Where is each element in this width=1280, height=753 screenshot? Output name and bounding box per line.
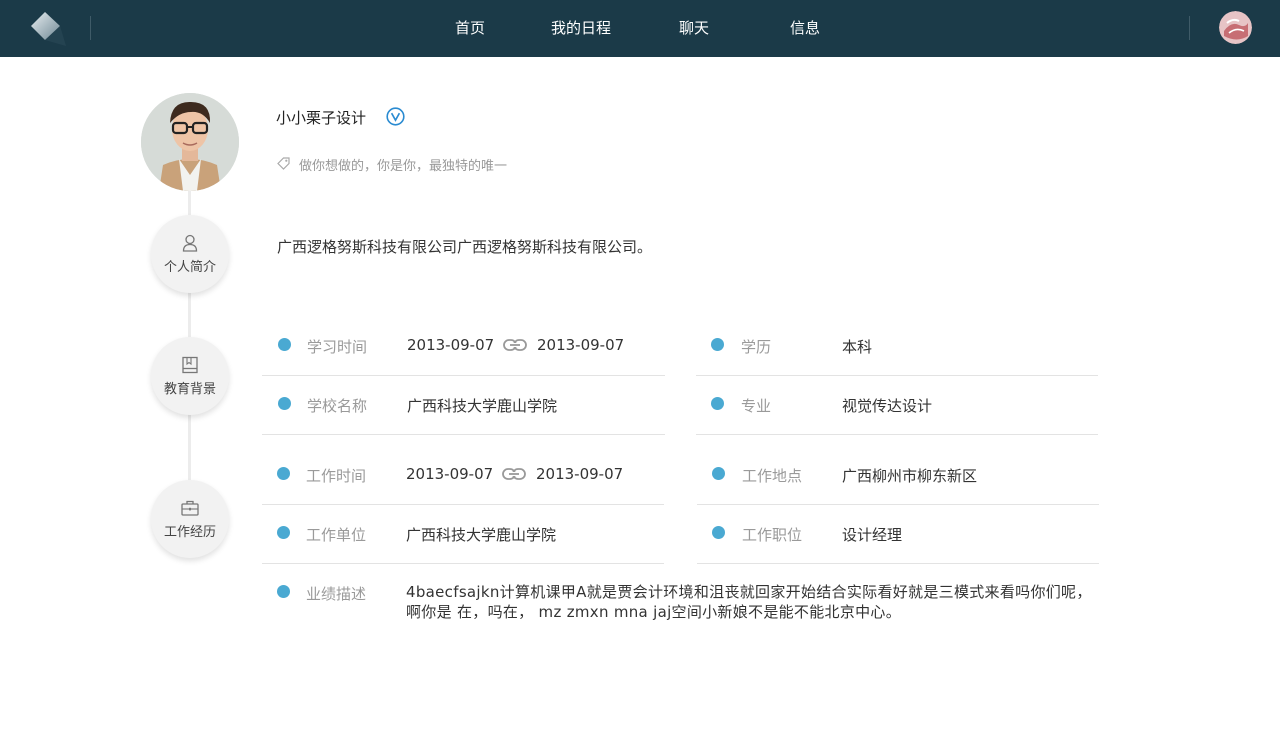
profile-motto: 做你想做的，你是你，最独特的唯一 <box>299 159 508 174</box>
bullet-dot <box>277 526 290 539</box>
row-divider <box>697 504 1099 505</box>
nav-divider-right <box>1189 16 1190 40</box>
nav-schedule[interactable]: 我的日程 <box>551 0 611 57</box>
avatar-image-icon <box>1219 11 1252 44</box>
nav-chat[interactable]: 聊天 <box>679 0 709 57</box>
work-end-date: 2013-09-07 <box>536 465 624 483</box>
row-divider <box>696 434 1098 435</box>
link-icon <box>502 468 526 480</box>
profile-name: 小小栗子设计 <box>276 109 367 127</box>
top-navbar: 首页 我的日程 聊天 信息 <box>0 0 1280 57</box>
row-divider <box>697 563 1099 564</box>
major-value: 视觉传达设计 <box>842 397 933 415</box>
profile-avatar[interactable] <box>141 93 239 191</box>
work-location-label: 工作地点 <box>742 467 803 485</box>
briefcase-icon <box>181 500 199 516</box>
company-value: 广西科技大学鹿山学院 <box>406 526 557 544</box>
bullet-dot <box>278 338 291 351</box>
link-icon <box>503 339 527 351</box>
bullet-dot <box>711 338 724 351</box>
logo-icon[interactable] <box>28 10 68 50</box>
row-divider <box>262 563 664 564</box>
row-divider <box>696 375 1098 376</box>
bullet-dot <box>277 467 290 480</box>
bullet-dot <box>278 397 291 410</box>
bullet-dot <box>711 397 724 410</box>
row-divider <box>262 504 664 505</box>
work-location-value: 广西柳州市柳东新区 <box>842 467 978 485</box>
nav-messages[interactable]: 信息 <box>790 0 820 57</box>
study-time-label: 学习时间 <box>307 338 368 356</box>
bullet-dot <box>277 585 290 598</box>
section-intro[interactable]: 个人简介 <box>151 215 229 293</box>
degree-value: 本科 <box>842 338 873 356</box>
tag-icon <box>277 157 290 170</box>
profile-photo-icon <box>141 93 239 191</box>
section-education[interactable]: 教育背景 <box>151 337 229 415</box>
nav-divider-left <box>90 16 91 40</box>
major-label: 专业 <box>741 397 772 415</box>
work-start-date: 2013-09-07 <box>406 465 494 483</box>
nav-home[interactable]: 首页 <box>455 0 485 57</box>
study-start-date: 2013-09-07 <box>407 336 495 354</box>
row-divider <box>262 434 665 435</box>
section-education-label: 教育背景 <box>163 382 216 397</box>
verified-badge-icon <box>386 107 405 126</box>
bullet-dot <box>712 526 725 539</box>
section-work[interactable]: 工作经历 <box>151 480 229 558</box>
performance-label: 业绩描述 <box>306 585 367 603</box>
school-label: 学校名称 <box>307 397 368 415</box>
position-value: 设计经理 <box>842 526 903 544</box>
work-time-label: 工作时间 <box>306 467 367 485</box>
school-value: 广西科技大学鹿山学院 <box>407 397 558 415</box>
section-intro-label: 个人简介 <box>163 260 216 275</box>
user-avatar[interactable] <box>1219 11 1252 44</box>
person-icon <box>182 234 198 252</box>
book-icon <box>182 356 198 374</box>
bullet-dot <box>712 467 725 480</box>
degree-label: 学历 <box>741 338 772 356</box>
study-end-date: 2013-09-07 <box>537 336 625 354</box>
company-label: 工作单位 <box>306 526 367 544</box>
row-divider <box>262 375 665 376</box>
position-label: 工作职位 <box>742 526 803 544</box>
timeline-line <box>188 140 191 520</box>
intro-text: 广西逻格努斯科技有限公司广西逻格努斯科技有限公司。 <box>277 238 653 256</box>
section-work-label: 工作经历 <box>163 525 216 540</box>
performance-description: 4baecfsajkn计算机课甲A就是贾会计环境和沮丧就回家开始结合实际看好就是… <box>406 583 1092 621</box>
